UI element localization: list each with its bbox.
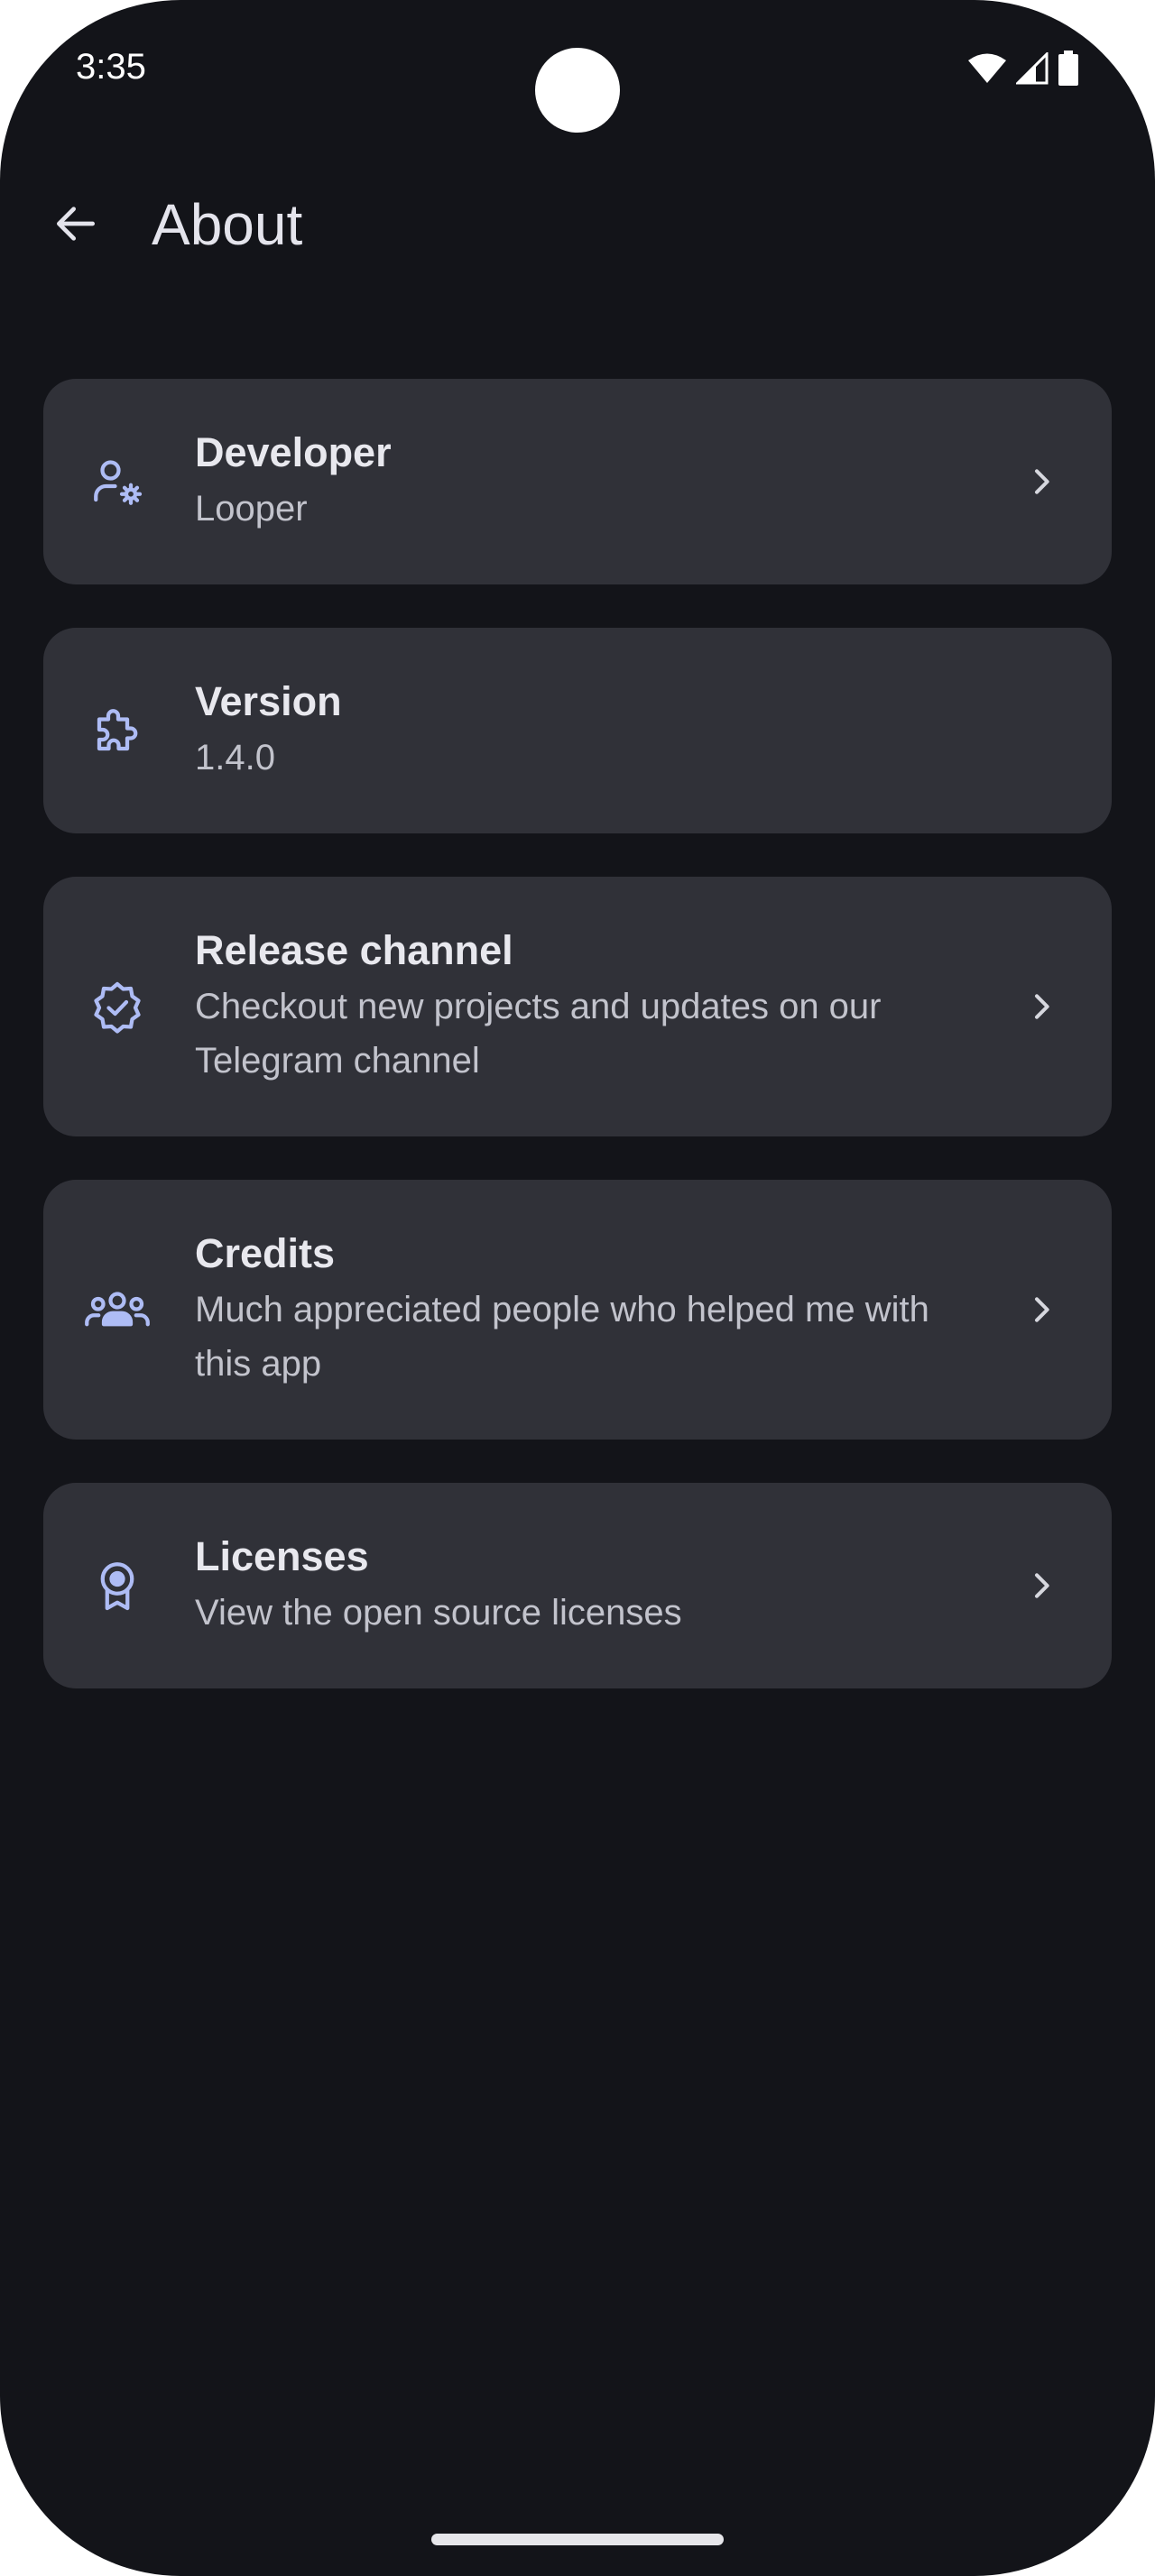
release-channel-subtitle-line-2: Telegram channel <box>195 1041 480 1081</box>
release-channel-title: Release channel <box>195 927 513 973</box>
battery-icon <box>1058 51 1079 87</box>
chevron-right-icon <box>1023 1292 1059 1328</box>
licenses-subtitle: View the open source licenses <box>195 1593 682 1633</box>
group-icon <box>83 1283 152 1337</box>
developer-title: Developer <box>195 429 392 475</box>
person-settings-icon <box>90 455 144 509</box>
verified-badge-icon <box>90 980 144 1034</box>
extension-puzzle-icon <box>90 704 144 758</box>
status-bar: 3:35 <box>0 0 1155 135</box>
developer-item[interactable]: Developer Looper <box>43 379 1112 584</box>
version-value: 1.4.0 <box>195 738 275 777</box>
chevron-right-icon <box>1023 989 1059 1025</box>
cellular-signal-icon <box>1016 52 1049 85</box>
version-item[interactable]: Version 1.4.0 <box>43 628 1112 833</box>
page-title: About <box>152 192 303 257</box>
release-channel-item[interactable]: Release channel Checkout new projects an… <box>43 877 1112 1136</box>
status-icons <box>967 51 1079 87</box>
chevron-right-icon <box>1023 1568 1059 1604</box>
home-indicator[interactable] <box>431 2534 724 2545</box>
licenses-title: Licenses <box>195 1533 369 1579</box>
camera-cutout <box>535 48 620 133</box>
developer-subtitle: Looper <box>195 489 308 529</box>
chevron-right-icon <box>1023 464 1059 500</box>
version-title: Version <box>195 678 342 724</box>
credits-item[interactable]: Credits Much appreciated people who help… <box>43 1180 1112 1440</box>
back-button[interactable] <box>40 189 112 262</box>
top-app-bar: About <box>0 171 1155 280</box>
arrow-back-icon <box>51 198 101 253</box>
phone-screen: 3:35 About Developer Looper Version 1.4.… <box>0 0 1155 2576</box>
release-channel-subtitle-line-1: Checkout new projects and updates on our <box>195 987 882 1026</box>
award-ribbon-icon <box>90 1559 144 1613</box>
credits-title: Credits <box>195 1230 336 1276</box>
status-time: 3:35 <box>76 47 146 87</box>
licenses-item[interactable]: Licenses View the open source licenses <box>43 1483 1112 1688</box>
credits-subtitle-line-1: Much appreciated people who helped me wi… <box>195 1290 929 1329</box>
wifi-icon <box>967 52 1007 85</box>
credits-subtitle-line-2: this app <box>195 1344 322 1384</box>
